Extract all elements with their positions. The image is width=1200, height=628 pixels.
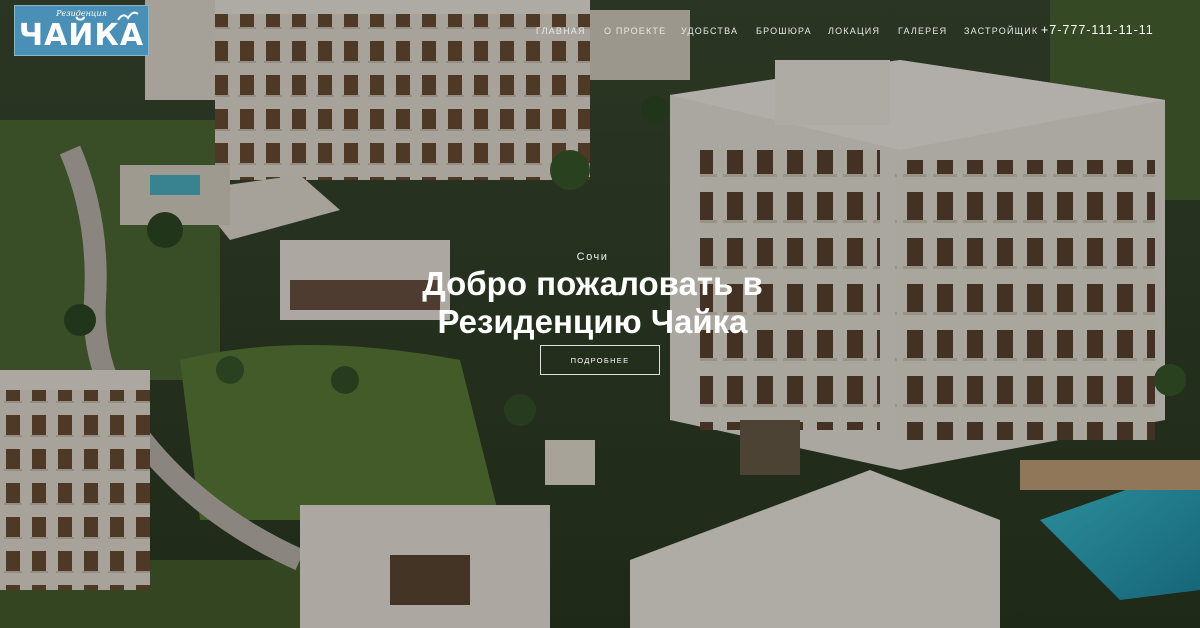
- nav-item-home[interactable]: Главная: [536, 26, 586, 36]
- nav-item-gallery[interactable]: Галерея: [898, 26, 947, 36]
- nav-item-location[interactable]: Локация: [828, 26, 880, 36]
- more-button[interactable]: Подробнее: [540, 345, 660, 375]
- hero-title-line1: Добро пожаловать в: [422, 265, 763, 302]
- main-nav: Главная О проекте Удобства Брошюра Локац…: [0, 22, 1200, 42]
- nav-item-developer[interactable]: Застройщик: [964, 26, 1038, 36]
- nav-item-brochure[interactable]: Брошюра: [756, 26, 812, 36]
- nav-item-amenities[interactable]: Удобства: [681, 26, 738, 36]
- nav-item-about[interactable]: О проекте: [604, 26, 666, 36]
- hero-city: Сочи: [576, 251, 609, 263]
- hero-title-line2: Резиденцию Чайка: [437, 303, 748, 340]
- phone-link[interactable]: +7-777-111-11-11: [1041, 23, 1154, 37]
- hero-title: Добро пожаловать в Резиденцию Чайка: [0, 265, 1185, 341]
